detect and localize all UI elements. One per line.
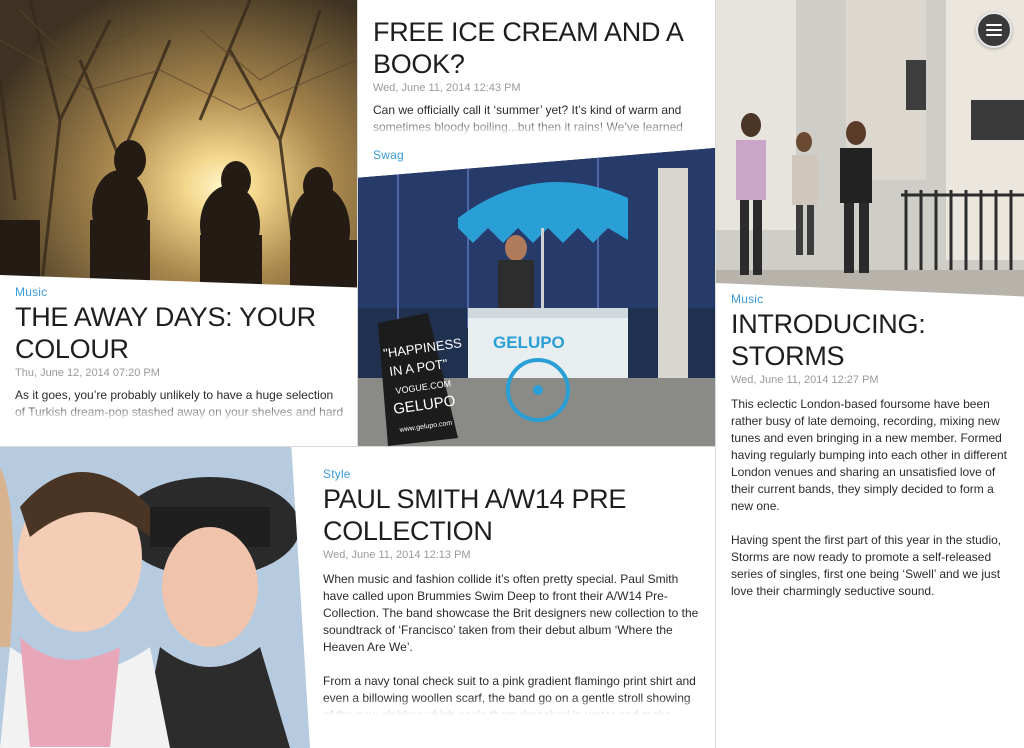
article-paragraph-2: Having spent the first part of this year… — [731, 533, 1002, 598]
article-title[interactable]: PAUL SMITH A/W14 PRE COLLECTION — [323, 483, 703, 547]
article-category[interactable]: Swag — [373, 148, 404, 162]
article-photo-away-days — [0, 0, 357, 300]
grid-divider — [357, 0, 358, 447]
article-card-storms[interactable]: Music INTRODUCING: STORMS Wed, June 11, … — [716, 0, 1024, 748]
article-title[interactable]: THE AWAY DAYS: YOUR COLOUR — [15, 301, 345, 365]
article-date: Wed, June 11, 2014 12:13 PM — [323, 549, 471, 561]
article-excerpt: Can we officially call it ‘summer’ yet? … — [373, 102, 703, 136]
article-card-ice-cream[interactable]: FREE ICE CREAM AND A BOOK? Wed, June 11,… — [358, 0, 715, 446]
article-excerpt: As it goes, you’re probably unlikely to … — [15, 388, 345, 421]
hamburger-menu-icon — [986, 24, 1002, 36]
article-card-paul-smith[interactable]: Style PAUL SMITH A/W14 PRE COLLECTION We… — [0, 447, 715, 748]
grid-divider — [715, 0, 716, 748]
grid-divider — [0, 446, 715, 447]
article-photo-paul-smith — [0, 447, 310, 748]
article-category[interactable]: Music — [731, 292, 1011, 306]
article-photo-ice-cream: GELUPO "HAPPINESS IN A POT" VOGUE.COM GE… — [358, 148, 715, 446]
article-paragraph-2: From a navy tonal check suit to a pink g… — [323, 673, 703, 715]
article-photo-storms — [716, 0, 1024, 310]
article-date: Wed, June 11, 2014 12:27 PM — [731, 374, 879, 386]
article-date: Wed, June 11, 2014 12:43 PM — [373, 82, 521, 94]
article-title[interactable]: INTRODUCING: STORMS — [731, 308, 1011, 372]
article-title[interactable]: FREE ICE CREAM AND A BOOK? — [373, 16, 703, 80]
cart-sign: GELUPO — [493, 333, 565, 352]
article-paragraph-1: This eclectic London-based foursome have… — [731, 397, 1007, 513]
article-category[interactable]: Style — [323, 467, 703, 481]
article-date: Thu, June 12, 2014 07:20 PM — [15, 367, 160, 379]
article-paragraph-1: When music and fashion collide it’s ofte… — [323, 572, 699, 654]
article-category[interactable]: Music — [15, 285, 345, 299]
menu-button[interactable] — [976, 12, 1012, 48]
article-card-away-days[interactable]: Music THE AWAY DAYS: YOUR COLOUR Thu, Ju… — [0, 0, 357, 446]
